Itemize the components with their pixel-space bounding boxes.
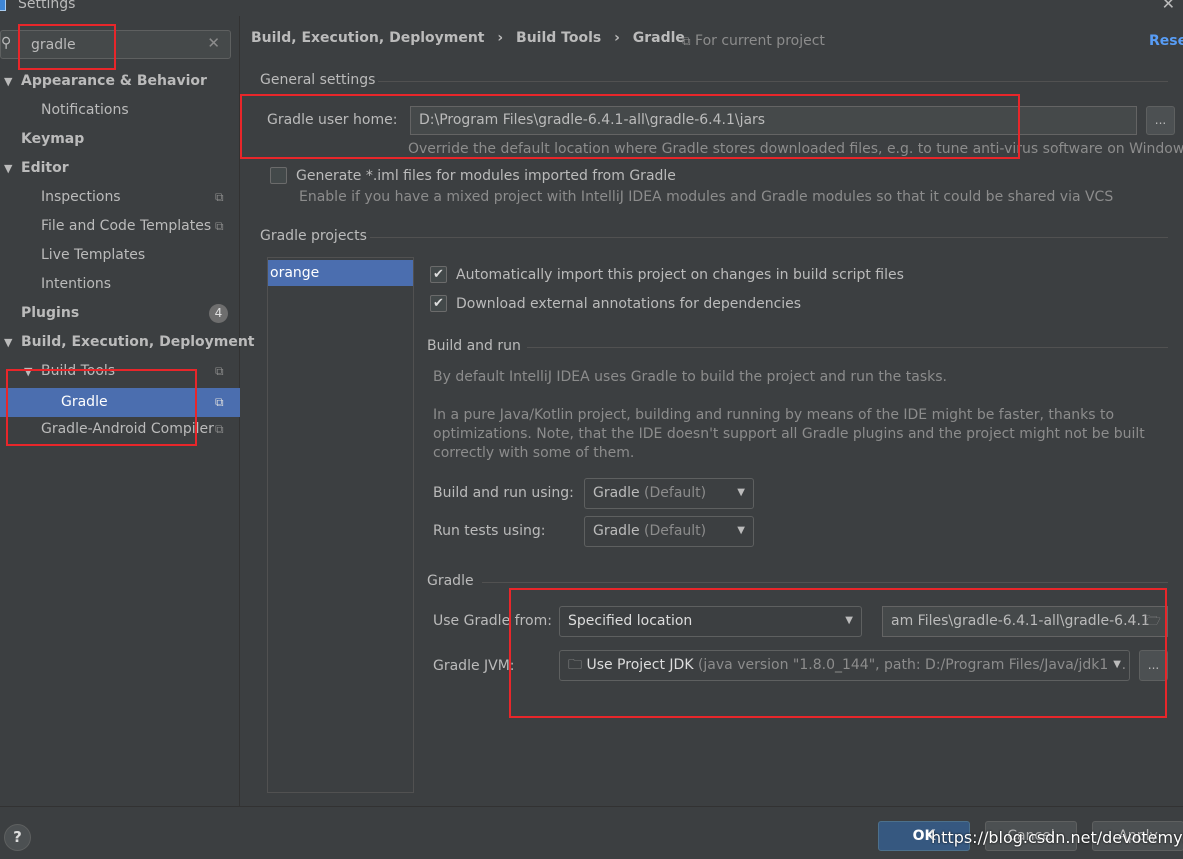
section-divider xyxy=(370,237,1168,238)
sidebar-item-label: Appearance & Behavior xyxy=(21,73,207,89)
reset-link[interactable]: Reset xyxy=(1149,33,1183,49)
copy-scope-icon: ⧉ xyxy=(215,422,224,436)
checkmark-icon: ✔ xyxy=(433,267,444,282)
annotation-highlight xyxy=(240,94,1020,159)
sidebar-item-keymap[interactable]: Keymap xyxy=(0,125,240,154)
gradle-section-title: Gradle xyxy=(427,573,474,589)
breadcrumb-part: Build Tools xyxy=(516,30,602,46)
help-button[interactable]: ? xyxy=(4,824,31,851)
sidebar-item-appearance[interactable]: ▼ Appearance & Behavior xyxy=(0,67,240,96)
chevron-down-icon: ▼ xyxy=(737,525,745,536)
app-icon xyxy=(0,0,6,11)
select-value: Gradle xyxy=(593,523,640,539)
chevron-down-icon[interactable]: ▼ xyxy=(4,154,12,183)
gradle-jvm-label: Gradle JVM: xyxy=(433,658,515,674)
gradle-projects-list[interactable]: orange xyxy=(267,257,414,793)
breadcrumb-part: Build, Execution, Deployment xyxy=(251,30,485,46)
generate-iml-checkbox[interactable] xyxy=(270,167,287,184)
breadcrumb: Build, Execution, Deployment › Build Too… xyxy=(251,30,685,50)
sidebar-item-label: Live Templates xyxy=(41,247,146,263)
section-divider xyxy=(482,582,1168,583)
checkmark-icon: ✔ xyxy=(433,296,444,311)
scope-text: For current project xyxy=(695,33,825,49)
download-annotations-checkbox[interactable]: ✔ xyxy=(430,295,447,312)
clear-icon[interactable]: ✕ xyxy=(207,34,220,52)
copy-scope-icon: ⧉ xyxy=(215,190,224,204)
list-item[interactable]: orange xyxy=(268,260,413,286)
title-bar: Settings ✕ xyxy=(0,0,1183,16)
gradle-projects-title: Gradle projects xyxy=(260,228,367,244)
browse-button[interactable]: ... xyxy=(1146,106,1175,135)
sidebar-item-label: Build, Execution, Deployment xyxy=(21,334,255,350)
sidebar-item-inspections[interactable]: Inspections ⧉ xyxy=(0,183,240,212)
section-divider xyxy=(378,81,1168,82)
generate-iml-label: Generate *.iml files for modules importe… xyxy=(296,168,676,184)
build-run-desc: correctly with some of them. xyxy=(433,445,635,461)
build-run-desc: In a pure Java/Kotlin project, building … xyxy=(433,407,1115,423)
copy-scope-icon: ⧉ xyxy=(215,219,224,233)
select-value-suffix: (Default) xyxy=(644,485,707,501)
chevron-down-icon: ▼ xyxy=(737,487,745,498)
run-tests-using-select[interactable]: Gradle (Default) ▼ xyxy=(584,516,754,547)
sidebar-item-editor[interactable]: ▼ Editor xyxy=(0,154,240,183)
run-tests-using-label: Run tests using: xyxy=(433,523,546,539)
watermark-text: https://blog.csdn.net/devotemyself xyxy=(931,828,1183,847)
sidebar-item-label: Notifications xyxy=(41,102,129,118)
sidebar-item-file-code-templates[interactable]: File and Code Templates ⧉ xyxy=(0,212,240,241)
build-run-using-label: Build and run using: xyxy=(433,485,574,501)
plugins-count-badge: 4 xyxy=(209,304,228,323)
sidebar-item-label: Keymap xyxy=(21,131,85,147)
sidebar-item-label: Plugins xyxy=(21,305,80,321)
annotation-highlight xyxy=(18,24,116,70)
download-annotations-label: Download external annotations for depend… xyxy=(456,296,802,312)
sidebar-item-build-execution-deployment[interactable]: ▼ Build, Execution, Deployment xyxy=(0,328,255,357)
sidebar-item-intentions[interactable]: Intentions xyxy=(0,270,240,299)
chevron-down-icon[interactable]: ▼ xyxy=(4,328,12,357)
close-icon[interactable]: ✕ xyxy=(1162,0,1175,13)
copy-scope-icon: ⧉ xyxy=(215,395,224,409)
build-run-using-select[interactable]: Gradle (Default) ▼ xyxy=(584,478,754,509)
breadcrumb-separator: › xyxy=(497,30,504,46)
sidebar-item-label: Inspections xyxy=(41,189,121,205)
scope-label: ⧉ For current project xyxy=(682,33,825,49)
sidebar-item-label: Intentions xyxy=(41,276,112,292)
select-value: Gradle xyxy=(593,485,640,501)
sidebar-item-label: File and Code Templates xyxy=(41,218,212,234)
auto-import-checkbox[interactable]: ✔ xyxy=(430,266,447,283)
sidebar-item-label: Editor xyxy=(21,160,69,176)
select-value-suffix: (Default) xyxy=(644,523,707,539)
annotation-highlight xyxy=(509,588,1167,718)
section-divider xyxy=(527,347,1168,348)
copy-scope-icon: ⧉ xyxy=(215,364,224,378)
search-icon: ⚲ xyxy=(1,35,12,51)
build-run-desc: By default IntelliJ IDEA uses Gradle to … xyxy=(433,369,947,385)
sidebar-item-notifications[interactable]: Notifications xyxy=(0,96,240,125)
auto-import-label: Automatically import this project on cha… xyxy=(456,267,904,283)
sidebar-item-plugins[interactable]: Plugins xyxy=(0,299,240,328)
sidebar-item-live-templates[interactable]: Live Templates xyxy=(0,241,240,270)
breadcrumb-part: Gradle xyxy=(632,30,685,46)
build-run-title: Build and run xyxy=(427,338,521,354)
chevron-down-icon[interactable]: ▼ xyxy=(4,67,12,96)
window-title: Settings xyxy=(18,0,76,12)
annotation-highlight xyxy=(6,369,197,446)
breadcrumb-separator: › xyxy=(614,30,620,46)
copy-scope-icon: ⧉ xyxy=(682,34,691,48)
build-run-desc: optimizations. Note, that the IDE doesn'… xyxy=(433,426,1145,442)
generate-iml-hint: Enable if you have a mixed project with … xyxy=(299,189,1114,205)
general-settings-title: General settings xyxy=(260,72,376,88)
